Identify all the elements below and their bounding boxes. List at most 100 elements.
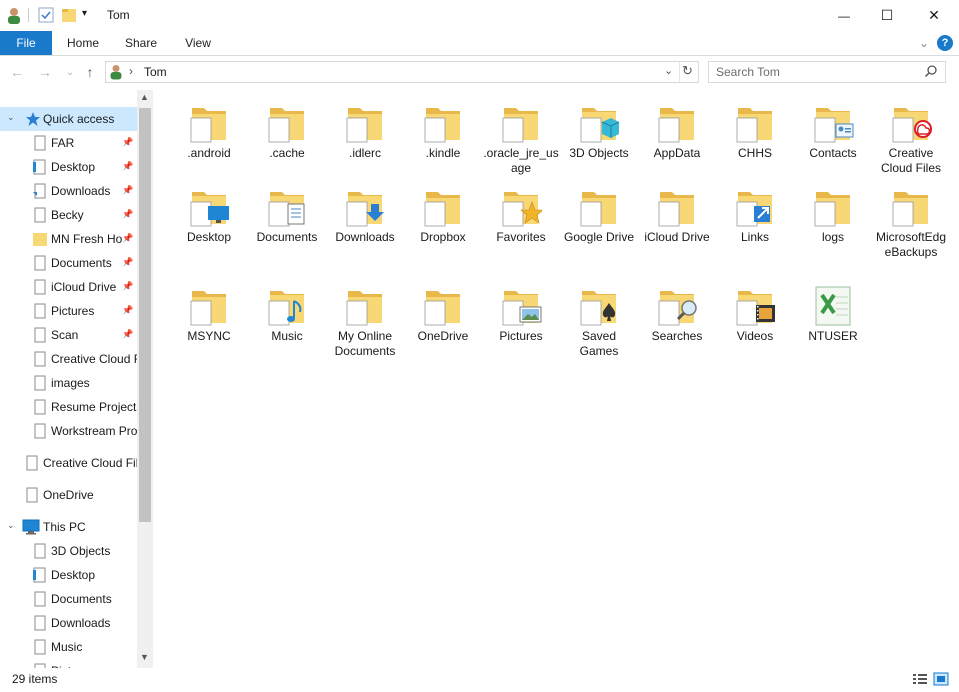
file-item[interactable]: Favorites [483, 186, 559, 282]
file-item[interactable]: Creative Cloud Files [873, 102, 949, 198]
recent-locations-icon[interactable]: ⌄ [62, 64, 78, 80]
3d-objects-folder-icon [578, 102, 620, 144]
file-item[interactable]: Videos [717, 285, 793, 381]
nav-item[interactable]: Desktop [0, 563, 137, 587]
search-input[interactable]: Search Tom [708, 61, 946, 83]
file-item-label: CHHS [737, 146, 772, 160]
nav-item[interactable]: Pictures [0, 659, 137, 668]
expand-chevron-icon[interactable]: ⌄ [7, 520, 15, 531]
nav-item[interactable]: 3D Objects [0, 539, 137, 563]
forward-arrow-icon[interactable]: → [37, 64, 53, 80]
nav-item[interactable]: Creative Cloud F [0, 347, 137, 371]
path-separator-icon: › [129, 64, 133, 78]
nav-item[interactable]: Scan 📌 [0, 323, 137, 347]
nav-item[interactable]: MN Fresh Ho 📌 [0, 227, 137, 251]
large-icons-view-icon[interactable] [933, 671, 949, 690]
document-icon [32, 399, 48, 418]
file-item[interactable]: AppData [639, 102, 715, 198]
back-arrow-icon[interactable]: ← [9, 64, 25, 80]
file-item[interactable]: .oracle_jre_usage [483, 102, 559, 198]
tab-view[interactable]: View [176, 31, 220, 55]
nav-item[interactable]: Desktop 📌 [0, 155, 137, 179]
nav-scroll-thumb[interactable] [139, 108, 151, 522]
nav-item[interactable]: Music [0, 635, 137, 659]
file-item[interactable]: My Online Documents [327, 285, 403, 381]
search-icon[interactable] [924, 64, 938, 81]
document-icon [24, 455, 40, 474]
file-item[interactable]: .android [171, 102, 247, 198]
file-item[interactable]: Contacts [795, 102, 871, 198]
file-item[interactable]: MSYNC [171, 285, 247, 381]
document-icon [32, 135, 48, 154]
folder-icon [500, 102, 542, 144]
file-item[interactable]: Google Drive [561, 186, 637, 282]
user-folder-icon[interactable] [6, 7, 22, 25]
minimize-button[interactable]: — [821, 0, 867, 31]
file-item[interactable]: .idlerc [327, 102, 403, 198]
nav-item[interactable]: Documents 📌 [0, 251, 137, 275]
nav-item[interactable]: Downloads 📌 [0, 179, 137, 203]
nav-item[interactable]: OneDrive [0, 483, 137, 507]
new-folder-icon[interactable] [61, 7, 77, 25]
up-arrow-icon[interactable]: ↑ [82, 64, 98, 80]
nav-item[interactable]: Documents [0, 587, 137, 611]
details-view-icon[interactable] [912, 672, 928, 689]
tab-home[interactable]: Home [60, 31, 106, 55]
nav-item[interactable]: ⌄ Quick access [0, 107, 137, 131]
nav-item[interactable]: Creative Cloud Fil [0, 451, 137, 475]
document-icon [32, 543, 48, 562]
nav-item-label: 3D Objects [51, 544, 111, 558]
file-item-label: Google Drive [563, 230, 635, 244]
nav-item[interactable]: images [0, 371, 137, 395]
file-item[interactable]: .kindle [405, 102, 481, 198]
close-button[interactable]: ✕ [911, 0, 957, 31]
expand-chevron-icon[interactable]: ⌄ [7, 112, 15, 123]
file-item[interactable]: Desktop [171, 186, 247, 282]
file-item[interactable]: Links [717, 186, 793, 282]
pin-icon: 📌 [122, 209, 134, 219]
file-item[interactable]: CHHS [717, 102, 793, 198]
address-bar[interactable]: › Tom ⌄ ↻ [105, 61, 699, 83]
nav-item-label: Quick access [43, 112, 115, 126]
pin-icon: 📌 [122, 281, 134, 291]
nav-item[interactable]: iCloud Drive 📌 [0, 275, 137, 299]
tab-file[interactable]: File [0, 31, 52, 55]
customize-toolbar-icon[interactable]: ▾ [82, 8, 87, 26]
nav-item[interactable]: Becky 📌 [0, 203, 137, 227]
file-item[interactable]: Dropbox [405, 186, 481, 282]
address-location[interactable]: Tom [144, 65, 167, 79]
nav-item[interactable]: Resume Projects [0, 395, 137, 419]
scroll-up-icon[interactable]: ▲ [140, 92, 149, 102]
maximize-button[interactable]: ☐ [864, 0, 910, 31]
tab-share[interactable]: Share [118, 31, 164, 55]
file-item[interactable]: logs [795, 186, 871, 282]
file-item[interactable]: OneDrive [405, 285, 481, 381]
file-item[interactable]: Documents [249, 186, 325, 282]
file-item[interactable]: Pictures [483, 285, 559, 381]
nav-item[interactable]: Downloads [0, 611, 137, 635]
address-dropdown-icon[interactable]: ⌄ [664, 64, 673, 77]
file-item[interactable]: Saved Games [561, 285, 637, 381]
file-item-label: MSYNC [187, 329, 231, 343]
file-item[interactable]: Music [249, 285, 325, 381]
file-item[interactable]: .cache [249, 102, 325, 198]
file-item[interactable]: Searches [639, 285, 715, 381]
nav-item-label: Music [51, 640, 83, 654]
refresh-icon[interactable]: ↻ [682, 63, 693, 79]
help-icon[interactable]: ? [937, 35, 953, 51]
file-item[interactable]: MicrosoftEdgeBackups [873, 186, 949, 282]
nav-item[interactable]: Workstream Pro [0, 419, 137, 443]
nav-item[interactable]: Pictures 📌 [0, 299, 137, 323]
file-item[interactable]: Downloads [327, 186, 403, 282]
nav-item[interactable]: FAR 📌 [0, 131, 137, 155]
nav-item[interactable]: ⌄ This PC [0, 515, 137, 539]
file-item-label: .kindle [425, 146, 461, 160]
nav-item-label: Desktop [51, 568, 96, 582]
expand-ribbon-icon[interactable]: ⌄ [914, 31, 934, 55]
file-item[interactable]: NTUSER [795, 285, 871, 381]
nav-item-label: images [51, 376, 90, 390]
properties-icon[interactable] [38, 7, 54, 25]
scroll-down-icon[interactable]: ▼ [140, 652, 149, 662]
file-item[interactable]: 3D Objects [561, 102, 637, 198]
file-item[interactable]: iCloud Drive [639, 186, 715, 282]
